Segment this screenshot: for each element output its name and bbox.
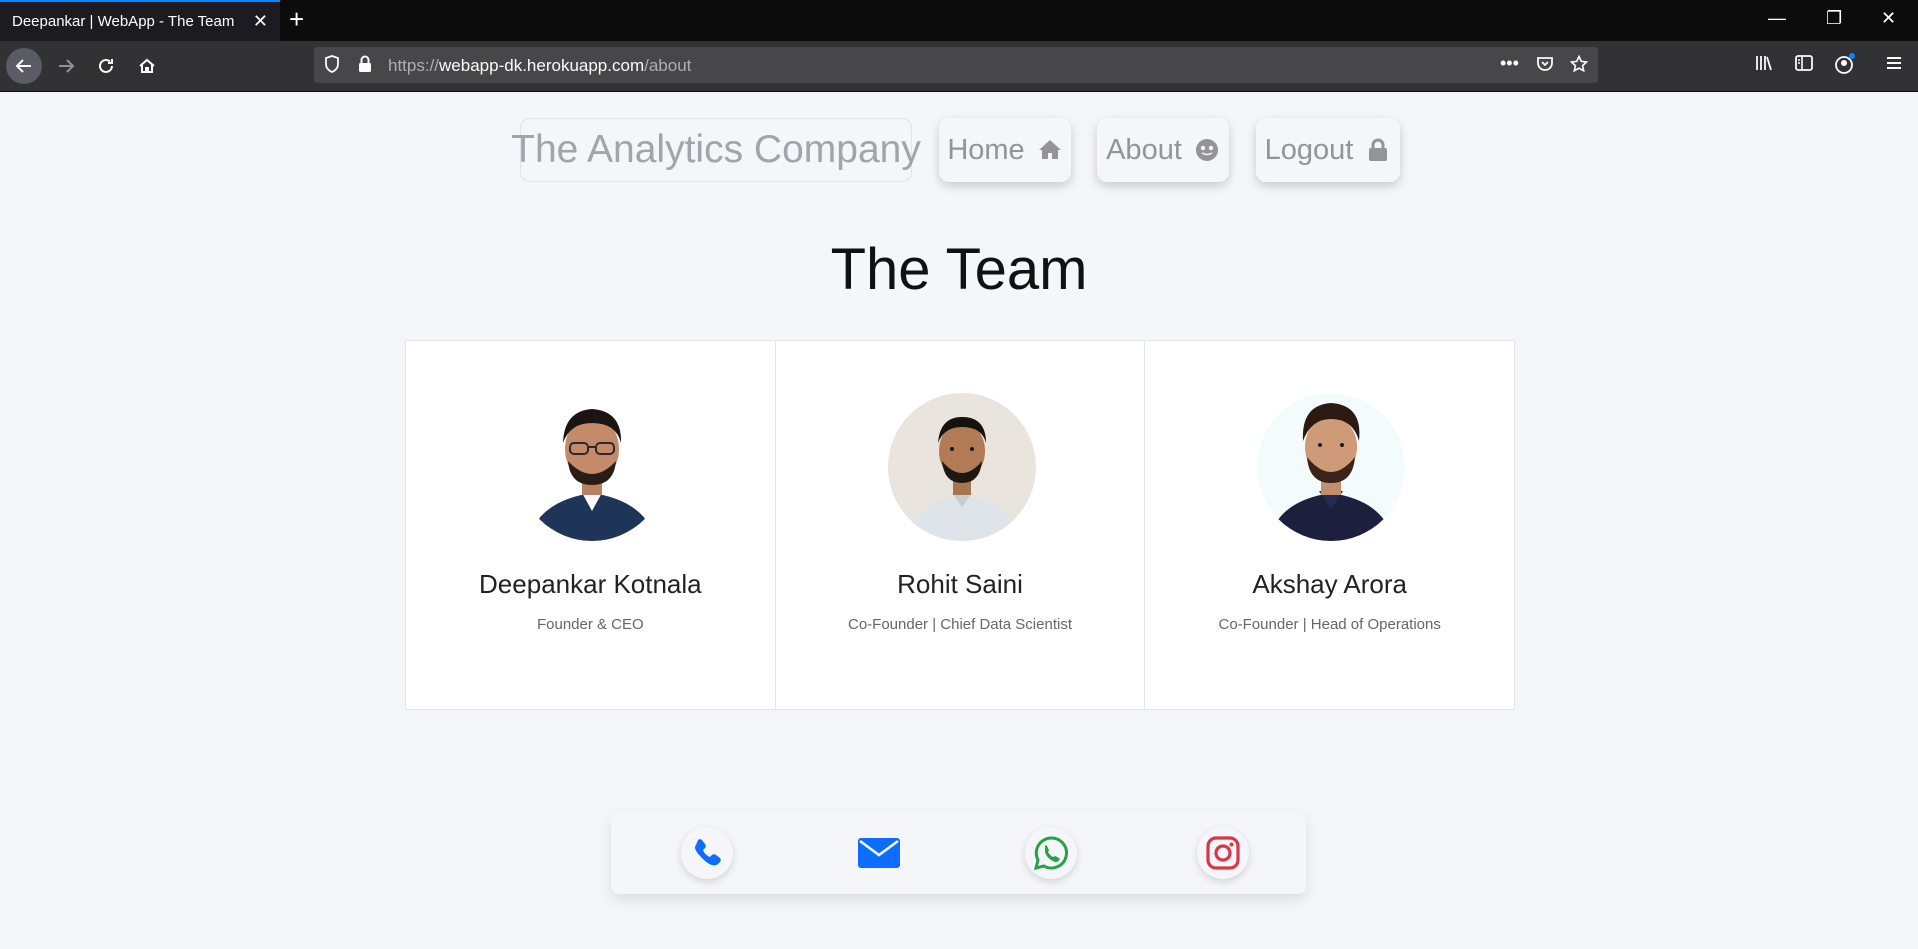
pocket-icon[interactable]: [1536, 55, 1554, 78]
browser-tab[interactable]: Deepankar | WebApp - The Team ✕: [0, 0, 280, 41]
instagram-icon: [1206, 836, 1240, 870]
team-member-card: Akshay Arora Co-Founder | Head of Operat…: [1145, 341, 1514, 709]
nav-logout-button[interactable]: Logout: [1256, 118, 1400, 182]
site-nav: The Analytics Company Home About Logout: [0, 104, 1918, 182]
avatar: [1257, 393, 1406, 541]
nav-logout-label: Logout: [1264, 133, 1354, 166]
close-window-button[interactable]: ✕: [1881, 8, 1896, 29]
tab-close-icon[interactable]: ✕: [253, 11, 268, 32]
whatsapp-button[interactable]: [1025, 827, 1077, 879]
avatar: [518, 393, 666, 541]
url-text[interactable]: https://webapp-dk.herokuapp.com/about: [388, 56, 691, 76]
nav-about-button[interactable]: About: [1097, 118, 1229, 182]
shield-icon[interactable]: [324, 55, 340, 78]
page-title: The Team: [830, 237, 1088, 302]
member-name: Deepankar Kotnala: [479, 569, 702, 599]
back-arrow-icon: [15, 59, 31, 73]
browser-tab-bar: Deepankar | WebApp - The Team ✕ + — ❐ ✕: [0, 0, 1918, 41]
phone-button[interactable]: [681, 827, 733, 879]
reload-button[interactable]: [88, 48, 124, 84]
lock-icon[interactable]: [358, 55, 372, 78]
tab-title: Deepankar | WebApp - The Team: [12, 13, 235, 30]
member-name: Rohit Saini: [897, 569, 1023, 599]
team-cards: Deepankar Kotnala Founder & CEO Rohit Sa…: [405, 340, 1515, 710]
library-icon[interactable]: [1754, 53, 1774, 79]
nav-home-label: Home: [947, 133, 1025, 166]
browser-toolbar: https://webapp-dk.herokuapp.com/about ••…: [0, 41, 1918, 92]
home-button[interactable]: [129, 48, 165, 84]
new-tab-button[interactable]: +: [289, 6, 304, 32]
reload-icon: [99, 58, 113, 73]
member-name: Akshay Arora: [1252, 569, 1407, 599]
minimize-button[interactable]: —: [1768, 8, 1786, 29]
back-button[interactable]: [6, 48, 42, 84]
account-icon[interactable]: [1834, 53, 1856, 81]
forward-button[interactable]: [48, 48, 84, 84]
nav-about-label: About: [1106, 133, 1182, 166]
instagram-button[interactable]: [1197, 827, 1249, 879]
brand-logo[interactable]: The Analytics Company: [511, 118, 921, 182]
more-actions-icon[interactable]: •••: [1500, 53, 1519, 74]
sidebar-icon[interactable]: [1794, 53, 1814, 79]
page-content: The Analytics Company Home About Logout …: [0, 92, 1918, 949]
whatsapp-icon: [1034, 836, 1068, 870]
email-icon: [858, 838, 900, 868]
member-role: Co-Founder | Chief Data Scientist: [848, 616, 1072, 633]
lock-icon: [1369, 138, 1388, 161]
avatar: [887, 393, 1036, 541]
url-domain: webapp-dk.herokuapp.com: [439, 56, 645, 75]
contact-bar: [611, 812, 1306, 894]
url-path: /about: [644, 56, 692, 75]
member-role: Founder & CEO: [536, 616, 644, 633]
menu-icon[interactable]: [1884, 53, 1904, 79]
url-protocol: https://: [388, 56, 440, 75]
bookmark-star-icon[interactable]: [1569, 54, 1589, 78]
phone-icon: [694, 839, 721, 866]
house-icon: [139, 58, 155, 73]
nav-home-button[interactable]: Home: [939, 118, 1071, 182]
home-icon: [1038, 140, 1061, 159]
member-role: Co-Founder | Head of Operations: [1218, 616, 1441, 633]
address-bar[interactable]: https://webapp-dk.herokuapp.com/about ••…: [314, 47, 1598, 83]
forward-arrow-icon: [59, 59, 75, 73]
team-member-card: Rohit Saini Co-Founder | Chief Data Scie…: [776, 341, 1146, 709]
face-icon: [1195, 139, 1218, 161]
email-button[interactable]: [853, 827, 905, 879]
restore-button[interactable]: ❐: [1826, 8, 1842, 29]
team-member-card: Deepankar Kotnala Founder & CEO: [406, 341, 776, 709]
